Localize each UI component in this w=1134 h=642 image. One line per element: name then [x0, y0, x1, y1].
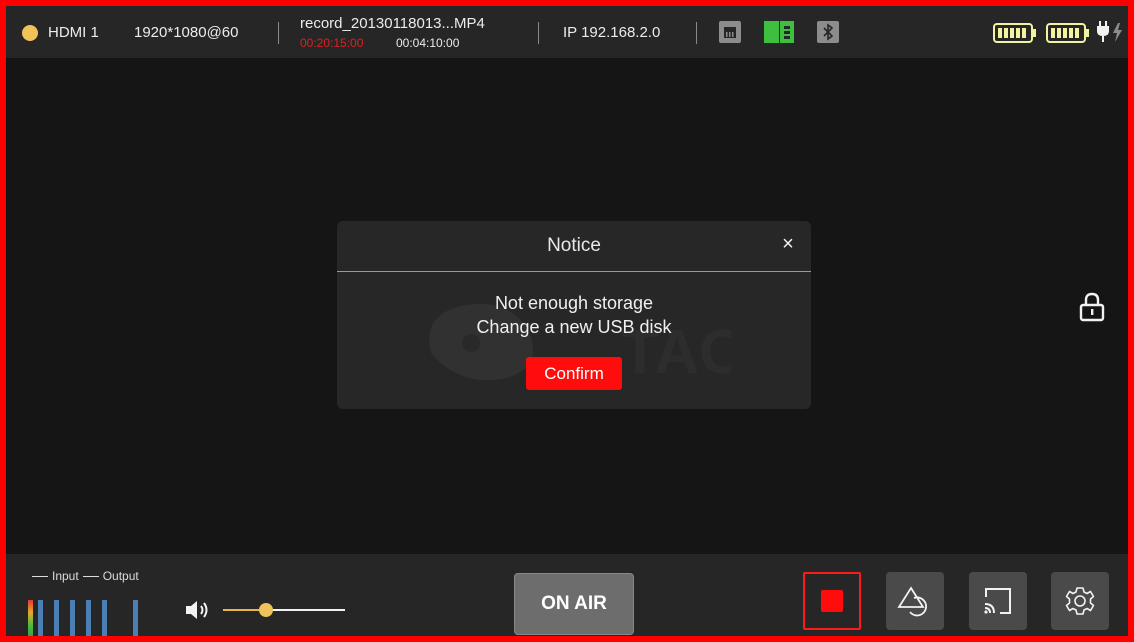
notice-dialog: TAO Notice × Not enough storage Change a…	[337, 221, 811, 409]
source-label: HDMI 1	[48, 24, 99, 41]
shapes-icon	[897, 586, 927, 617]
record-elapsed-time: 00:20:15:00	[300, 36, 364, 50]
divider	[278, 22, 279, 44]
settings-button[interactable]	[1051, 572, 1109, 630]
dialog-message-line-2: Change a new USB disk	[476, 317, 672, 337]
ethernet-icon	[719, 21, 741, 43]
volume-slider[interactable]	[223, 603, 345, 617]
dialog-message-line-1: Not enough storage	[494, 293, 654, 313]
video-preview: TAO Notice × Not enough storage Change a…	[6, 58, 1128, 554]
cast-button[interactable]	[969, 572, 1027, 630]
sd-card-icon	[764, 21, 794, 43]
audio-level-meter	[102, 600, 107, 636]
legend-line	[82, 576, 99, 578]
divider	[538, 22, 539, 44]
legend-line	[32, 576, 48, 578]
app-frame: HDMI 1 1920*1080@60 record_20130118013..…	[0, 0, 1134, 642]
battery-icon	[993, 23, 1036, 43]
divider	[696, 22, 697, 44]
legend-input-label: Input	[52, 569, 79, 583]
close-icon[interactable]: ×	[777, 233, 799, 255]
volume-slider-handle[interactable]	[258, 603, 273, 617]
resolution-label: 1920*1080@60	[134, 24, 239, 41]
audio-level-meter	[28, 600, 33, 636]
on-air-button[interactable]: ON AIR	[514, 573, 634, 635]
ip-address: IP 192.168.2.0	[563, 24, 661, 41]
confirm-button[interactable]: Confirm	[526, 357, 622, 390]
shapes-button[interactable]	[886, 572, 944, 630]
cast-icon	[984, 588, 1011, 614]
battery-icon	[1046, 23, 1089, 43]
dialog-title: Notice	[547, 235, 601, 256]
record-stop-button[interactable]	[803, 572, 861, 630]
source-indicator-icon	[22, 25, 38, 41]
stop-icon	[821, 590, 843, 612]
bluetooth-icon	[817, 21, 839, 43]
control-bar: Input Output ON AIR	[6, 554, 1128, 636]
volume-icon[interactable]	[184, 598, 214, 622]
audio-level-meter	[54, 600, 59, 636]
power-plug-icon	[1097, 21, 1122, 42]
divider	[337, 271, 811, 272]
audio-level-meter	[133, 600, 138, 636]
audio-level-meter	[70, 600, 75, 636]
audio-level-meter	[38, 600, 43, 636]
audio-level-meter	[86, 600, 91, 636]
status-bar: HDMI 1 1920*1080@60 record_20130118013..…	[6, 6, 1128, 58]
lock-icon[interactable]	[1079, 292, 1105, 322]
legend-output-label: Output	[102, 569, 139, 583]
gear-icon	[1065, 587, 1095, 615]
record-total-time: 00:04:10:00	[396, 36, 460, 50]
audio-meter-legend: Input Output	[28, 569, 139, 583]
record-filename: record_20130118013...MP4	[300, 15, 485, 32]
